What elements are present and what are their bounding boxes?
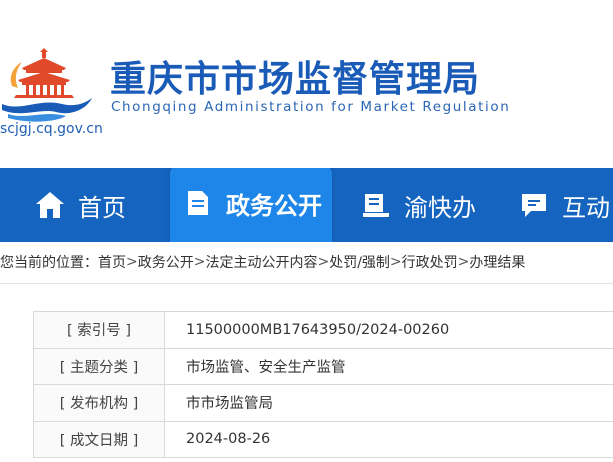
nav-item-label: 首页 bbox=[78, 193, 126, 222]
site-subtitle: Chongqing Administration for Market Regu… bbox=[111, 99, 511, 115]
nav-item-yukuaiban[interactable]: 渝快办 bbox=[358, 168, 476, 242]
info-value-topic: 市场监管、安全生产监管 bbox=[164, 347, 613, 385]
breadcrumb-item-gov-affairs[interactable]: 政务公开 bbox=[138, 252, 194, 272]
main-nav: 首页 政务公开 渝快办 互动 bbox=[0, 168, 613, 242]
info-value-index: 11500000MB17643950/2024-00260 bbox=[164, 311, 613, 349]
chat-icon bbox=[516, 187, 552, 223]
site-title: 重庆市市场监督管理局 bbox=[110, 59, 481, 100]
table-row: [ 发布机构 ] 市市场监管局 bbox=[33, 384, 613, 422]
table-row: [ 主题分类 ] 市场监管、安全生产监管 bbox=[33, 347, 613, 385]
nav-item-home[interactable]: 首页 bbox=[32, 168, 126, 242]
info-label-topic: [ 主题分类 ] bbox=[33, 347, 165, 385]
breadcrumb-separator: > bbox=[317, 254, 330, 270]
breadcrumb-item-home[interactable]: 首页 bbox=[98, 252, 126, 272]
breadcrumb-item-result[interactable]: 办理结果 bbox=[469, 252, 525, 272]
home-icon bbox=[32, 187, 68, 223]
info-value-publisher: 市市场监管局 bbox=[164, 384, 613, 422]
nav-item-label: 政务公开 bbox=[226, 191, 322, 220]
info-value-date: 2024-08-26 bbox=[164, 420, 613, 458]
breadcrumb-separator: > bbox=[126, 254, 138, 270]
breadcrumb-prefix: 您当前的位置： bbox=[0, 255, 98, 271]
breadcrumb-item-penalty-enforcement[interactable]: 处罚/强制 bbox=[329, 252, 390, 272]
info-label-date: [ 成文日期 ] bbox=[33, 420, 165, 458]
breadcrumb-separator: > bbox=[457, 254, 470, 270]
document-icon bbox=[180, 185, 216, 221]
site-logo[interactable] bbox=[0, 46, 100, 124]
document-info-table: [ 索引号 ] 11500000MB17643950/2024-00260 [ … bbox=[33, 311, 613, 458]
site-domain: scjgj.cq.gov.cn bbox=[0, 121, 103, 137]
info-label-publisher: [ 发布机构 ] bbox=[33, 384, 165, 422]
breadcrumb-item-statutory[interactable]: 法定主动公开内容 bbox=[205, 252, 317, 272]
breadcrumb-item-admin-penalty[interactable]: 行政处罚 bbox=[402, 252, 458, 272]
nav-item-gov-affairs[interactable]: 政务公开 bbox=[170, 168, 332, 242]
breadcrumb-separator: > bbox=[193, 254, 206, 270]
nav-item-label: 渝快办 bbox=[404, 193, 476, 222]
table-row: [ 成文日期 ] 2024-08-26 bbox=[33, 420, 613, 458]
service-desk-icon bbox=[358, 187, 394, 223]
breadcrumb: 您当前的位置： 首页 > 政务公开 > 法定主动公开内容 > 处罚/强制 > 行… bbox=[0, 252, 525, 272]
nav-item-label: 互动 bbox=[562, 193, 610, 222]
site-header: 重庆市市场监督管理局 Chongqing Administration for … bbox=[0, 0, 613, 168]
nav-item-interaction[interactable]: 互动 bbox=[516, 168, 610, 242]
info-label-index: [ 索引号 ] bbox=[33, 311, 165, 349]
divider bbox=[0, 283, 613, 284]
breadcrumb-separator: > bbox=[389, 254, 402, 270]
table-row: [ 索引号 ] 11500000MB17643950/2024-00260 bbox=[33, 311, 613, 349]
